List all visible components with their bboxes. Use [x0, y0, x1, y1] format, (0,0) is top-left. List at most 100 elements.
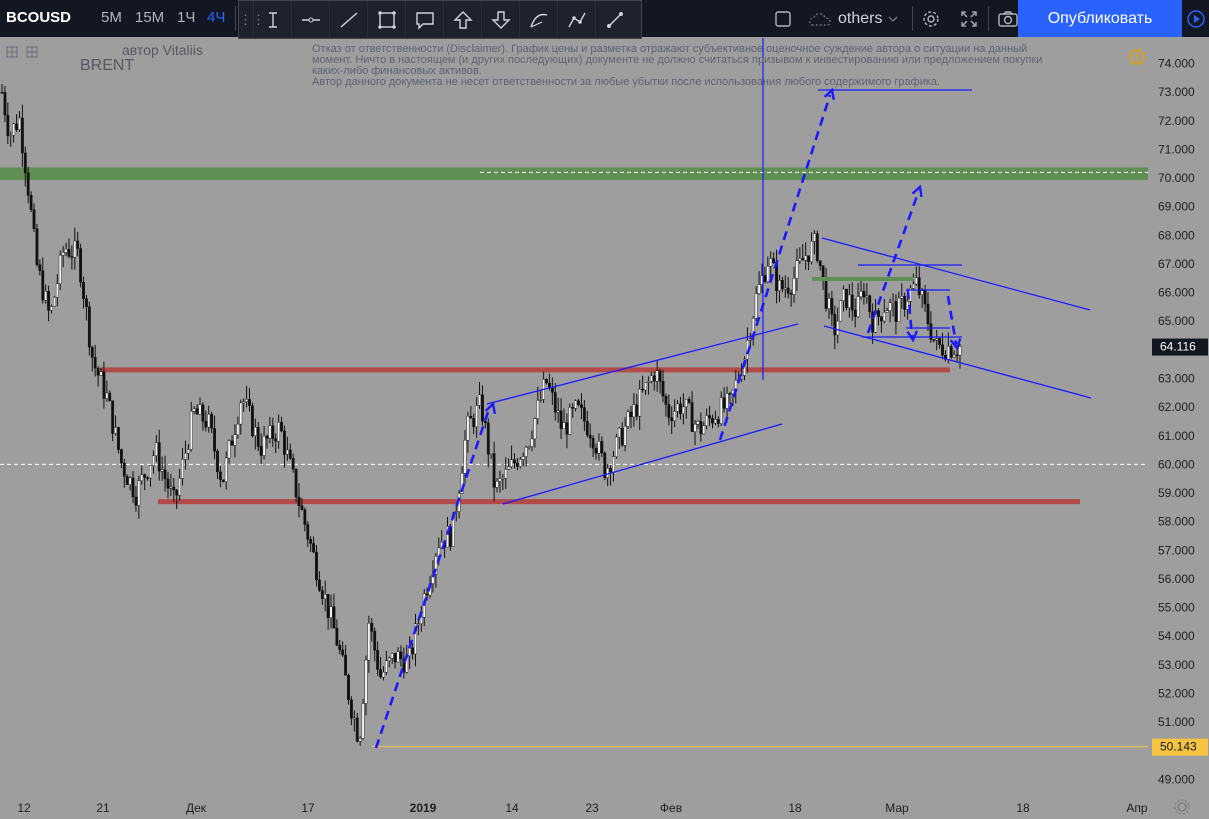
candle-body — [810, 241, 813, 262]
candle-body — [792, 278, 796, 295]
cursor-tool-button[interactable] — [253, 1, 291, 38]
brush-button[interactable] — [595, 1, 633, 38]
candle-body — [323, 594, 327, 599]
candle-body — [702, 425, 706, 435]
fullscreen-button[interactable] — [956, 0, 982, 37]
horizontal-line-button[interactable] — [291, 1, 329, 38]
candle-body — [163, 469, 167, 480]
timeframe-3[interactable]: 4Ч — [207, 9, 225, 26]
timeframe-2[interactable]: 1Ч — [177, 9, 195, 26]
candle-body — [192, 408, 196, 412]
disclaimer-line: Автор данного документа не несет ответст… — [312, 76, 941, 88]
arrow-down-button[interactable] — [481, 1, 519, 38]
curve-button[interactable] — [519, 1, 557, 38]
candle-body — [600, 441, 604, 454]
candle-body — [481, 394, 484, 422]
candles — [0, 84, 962, 747]
candle-body — [620, 428, 624, 446]
candle-body — [195, 408, 199, 415]
price-tick-label: 66.000 — [1158, 286, 1195, 300]
candle-body — [408, 647, 412, 657]
candle-body — [778, 280, 781, 292]
candle-body — [527, 446, 531, 448]
settings-button[interactable] — [918, 0, 944, 37]
price-tick-label: 68.000 — [1158, 228, 1195, 242]
arrow-up-icon — [452, 10, 473, 29]
candle-body — [938, 338, 942, 345]
candle-body — [495, 480, 499, 488]
candle-body — [568, 407, 572, 435]
price-tick-label: 62.000 — [1158, 400, 1195, 414]
candle-body — [879, 316, 883, 322]
candle-body — [9, 135, 13, 137]
layout-icon[interactable] — [6, 45, 40, 59]
price-chart[interactable]: 74.000 73.000 72.000 71.000 70.000 69.000 68.0… — [0, 37, 1209, 819]
candle-body — [64, 248, 68, 253]
candle-body — [125, 476, 129, 485]
candle-body — [923, 290, 927, 305]
candle-body — [652, 375, 656, 382]
callout-button[interactable] — [405, 1, 443, 38]
candle-body — [763, 275, 767, 282]
drag-handle-icon[interactable]: ⋮⋮ — [239, 12, 265, 28]
replay-button[interactable] — [1182, 0, 1209, 37]
candle-body — [786, 287, 790, 294]
others-dropdown[interactable]: others — [808, 0, 898, 37]
publish-button[interactable]: Опубликовать — [1018, 0, 1182, 37]
candle-body — [565, 422, 569, 435]
candle-body — [780, 280, 784, 290]
candle-body — [204, 421, 208, 428]
candle-body — [344, 654, 347, 676]
candle-body — [591, 437, 595, 449]
candle-body — [941, 344, 944, 356]
timeframe-0[interactable]: 5M — [101, 9, 122, 26]
candle-body — [696, 421, 700, 425]
candle-body — [387, 657, 391, 661]
candle-body — [67, 248, 71, 257]
candle-body — [73, 240, 77, 258]
chart-style-button[interactable] — [770, 0, 796, 37]
level-lines — [0, 167, 1148, 748]
candle-body — [850, 294, 854, 311]
timeframe-1[interactable]: 15M — [135, 9, 164, 26]
candle-body — [626, 411, 630, 427]
candle-body — [891, 301, 895, 303]
candle-body — [364, 659, 368, 704]
trend-line — [502, 423, 783, 505]
price-tick-label: 49.000 — [1158, 772, 1195, 786]
candle-body — [347, 675, 350, 701]
price-tick-label: 70.000 — [1158, 171, 1195, 185]
candle-body — [504, 469, 508, 479]
candle-body — [469, 415, 473, 419]
candle-body — [213, 428, 216, 452]
candle-body — [836, 320, 840, 336]
candle-body — [507, 466, 511, 470]
trend-line-button[interactable] — [329, 1, 367, 38]
candle-body — [839, 300, 843, 322]
warning-icon[interactable] — [1128, 48, 1146, 66]
candle-body — [789, 293, 793, 295]
candle-body — [518, 459, 522, 467]
candle-body — [256, 426, 260, 447]
time-tick-label: 18 — [788, 801, 802, 815]
candle-body — [521, 456, 525, 460]
candle-body — [580, 404, 583, 408]
rectangle-button[interactable] — [367, 1, 405, 38]
candle-body — [157, 442, 161, 472]
candle-body — [818, 260, 822, 266]
candle-body — [294, 468, 298, 498]
candle-body — [259, 446, 263, 456]
candle-body — [658, 370, 662, 382]
arrow-up-button[interactable] — [443, 1, 481, 38]
candle-body — [903, 296, 907, 310]
candle-body — [795, 260, 799, 279]
speech-bubble-icon — [415, 11, 434, 30]
candle-body — [847, 294, 851, 308]
candle-body — [559, 410, 563, 429]
price-tick-label: 51.000 — [1158, 715, 1195, 729]
path-button[interactable] — [557, 1, 595, 38]
candle-body — [149, 465, 152, 479]
candle-body — [166, 478, 170, 489]
symbol-button[interactable]: BCOUSD — [6, 9, 71, 26]
price-tick-label: 58.000 — [1158, 515, 1195, 529]
